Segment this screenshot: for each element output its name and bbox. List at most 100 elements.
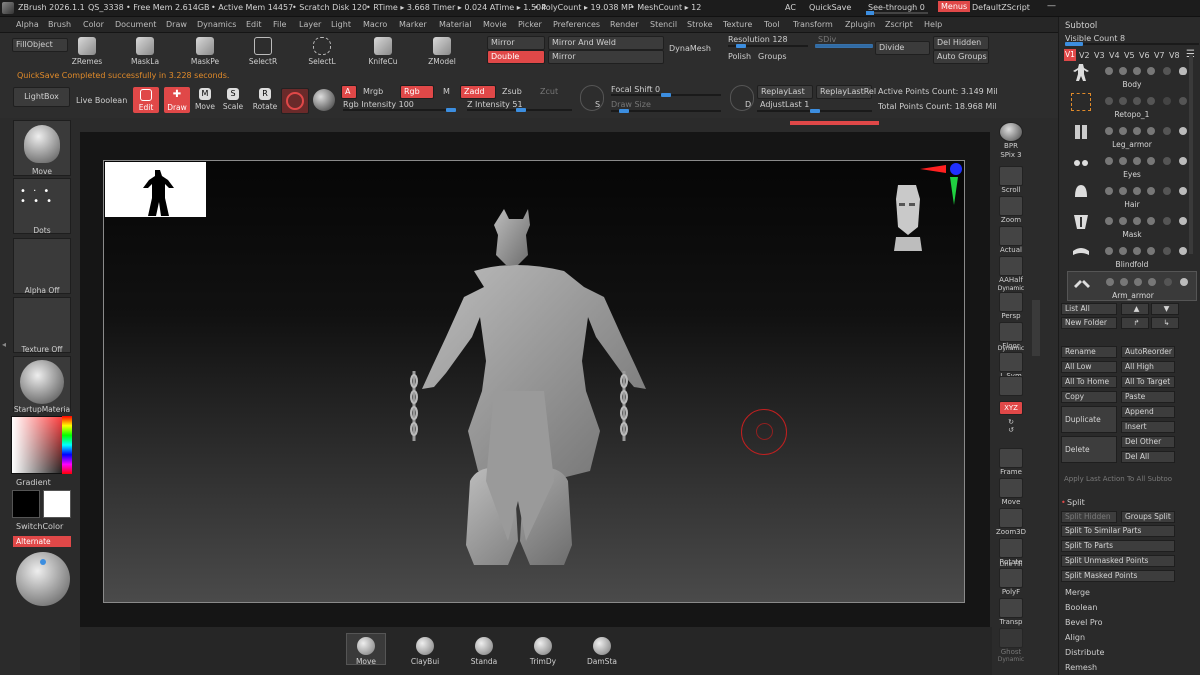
insert-button[interactable]: Insert	[1121, 421, 1175, 433]
duplicate-button[interactable]: Duplicate	[1061, 406, 1117, 433]
version-v6[interactable]: V6	[1139, 51, 1150, 60]
del-all-button[interactable]: Del All	[1121, 451, 1175, 463]
actual-button[interactable]: Actual	[996, 226, 1026, 254]
ac-button[interactable]: AC	[785, 3, 796, 12]
menu-alpha[interactable]: Alpha	[16, 20, 39, 29]
lock-toggle-icon[interactable]	[1133, 157, 1141, 165]
list-all-button[interactable]: List All	[1061, 303, 1117, 315]
menu-texture[interactable]: Texture	[723, 20, 752, 29]
version-v2[interactable]: V2	[1079, 51, 1090, 60]
version-v5[interactable]: V5	[1124, 51, 1135, 60]
dynamesh-button[interactable]: DynaMesh	[669, 44, 711, 53]
claybuildup-brush-button[interactable]: ClayBui	[405, 637, 445, 666]
move-up-arrow-icon[interactable]: ▲	[1121, 303, 1149, 315]
polyframe-toggle-icon[interactable]	[1147, 247, 1155, 255]
boolean-section[interactable]: Boolean	[1065, 603, 1097, 612]
menu-zplugin[interactable]: Zplugin	[845, 20, 875, 29]
rgb-intensity-track[interactable]	[343, 108, 456, 112]
stroke-s-icon[interactable]: S	[580, 85, 604, 111]
menu-file[interactable]: File	[273, 20, 286, 29]
visibility-eye-icon[interactable]	[1180, 278, 1188, 286]
append-button[interactable]: Append	[1121, 406, 1175, 418]
del-other-button[interactable]: Del Other	[1121, 436, 1175, 448]
subtool-scrollbar[interactable]	[1189, 54, 1193, 254]
dynamic-toggle-icon[interactable]	[1163, 157, 1171, 165]
mask-toggle-icon[interactable]	[1119, 217, 1127, 225]
draw-button[interactable]: ✚ Draw	[164, 87, 190, 113]
polyf-button[interactable]: PolyF	[996, 568, 1026, 596]
split-masked-points-button[interactable]: Split Masked Points	[1061, 570, 1175, 582]
subtool-item-body[interactable]: Body	[1067, 61, 1197, 91]
lock-toggle-icon[interactable]	[1133, 187, 1141, 195]
all-to-home-button[interactable]: All To Home	[1061, 376, 1117, 388]
mask-toggle-icon[interactable]	[1119, 157, 1127, 165]
dynamic-toggle-icon[interactable]	[1163, 247, 1171, 255]
polyframe-toggle-icon[interactable]	[1147, 187, 1155, 195]
fillobject-button[interactable]: FillObject	[12, 38, 68, 52]
persp-button[interactable]: Persp	[996, 292, 1026, 320]
adjust-last-track[interactable]	[757, 109, 872, 113]
delete-button[interactable]: Delete	[1061, 436, 1117, 463]
visibility-eye-icon[interactable]	[1179, 127, 1187, 135]
mirror-and-weld-button[interactable]: Mirror And Weld	[548, 36, 664, 50]
collapse-left-icon[interactable]: ◂	[2, 340, 9, 352]
visibility-eye-icon[interactable]	[1179, 67, 1187, 75]
mrgb-button[interactable]: Mrgb	[363, 87, 383, 96]
character-model[interactable]	[354, 201, 684, 581]
visibility-eye-icon[interactable]	[1179, 97, 1187, 105]
paste-button[interactable]: Paste	[1121, 391, 1175, 403]
zmodeler-tool[interactable]: ZModel	[425, 37, 459, 66]
right-collapse-handle[interactable]	[1032, 300, 1040, 356]
lock-button[interactable]	[996, 376, 1026, 396]
menu-render[interactable]: Render	[610, 20, 638, 29]
merge-section[interactable]: Merge	[1065, 588, 1090, 597]
brush-toggle-icon[interactable]	[1105, 67, 1113, 75]
subtool-item-retopo-1[interactable]: Retopo_1	[1067, 91, 1197, 121]
color-sphere-icon[interactable]	[313, 89, 335, 111]
z-intensity-track[interactable]	[467, 108, 572, 112]
menu-transform[interactable]: Transform	[793, 20, 833, 29]
menu-macro[interactable]: Macro	[363, 20, 387, 29]
draw-size-slider[interactable]: Draw Size	[611, 100, 651, 109]
selectlasso-tool[interactable]: SelectL	[305, 37, 339, 66]
distribute-section[interactable]: Distribute	[1065, 648, 1104, 657]
brush-toggle-icon[interactable]	[1105, 247, 1113, 255]
menu-marker[interactable]: Marker	[399, 20, 427, 29]
zadd-button[interactable]: Zadd	[460, 85, 496, 99]
menu-movie[interactable]: Movie	[483, 20, 507, 29]
menu-picker[interactable]: Picker	[518, 20, 542, 29]
visibility-eye-icon[interactable]	[1179, 157, 1187, 165]
version-v4[interactable]: V4	[1109, 51, 1120, 60]
polyframe-toggle-icon[interactable]	[1147, 157, 1155, 165]
focal-shift-track[interactable]	[611, 93, 721, 97]
rotate-axis-icon[interactable]: ↻ ↺	[996, 418, 1026, 434]
dynamic-toggle-icon[interactable]	[1163, 217, 1171, 225]
del-hidden-button[interactable]: Del Hidden	[933, 36, 989, 50]
copy-button[interactable]: Copy	[1061, 391, 1117, 403]
menu-color[interactable]: Color	[83, 20, 104, 29]
version-v8[interactable]: V8	[1169, 51, 1180, 60]
rgb-intensity-slider[interactable]: Rgb Intensity 100	[343, 100, 414, 109]
edit-button[interactable]: Edit	[133, 87, 159, 113]
subtool-item-mask[interactable]: Mask	[1067, 211, 1197, 241]
head-orientation-gizmo[interactable]	[890, 181, 924, 253]
polyframe-toggle-icon[interactable]	[1148, 278, 1156, 286]
zoom3d-button[interactable]: Zoom3D	[996, 508, 1026, 536]
lock-toggle-icon[interactable]	[1133, 247, 1141, 255]
brush-toggle-icon[interactable]	[1105, 127, 1113, 135]
subtool-item-leg-armor[interactable]: Leg_armor	[1067, 121, 1197, 151]
move-down-arrow-icon[interactable]: ▼	[1151, 303, 1179, 315]
split-hidden-button[interactable]: Split Hidden	[1061, 511, 1117, 523]
visibility-eye-icon[interactable]	[1179, 217, 1187, 225]
polyframe-toggle-icon[interactable]	[1147, 217, 1155, 225]
minimize-icon[interactable]: —	[1047, 1, 1056, 11]
folder-out-arrow-icon[interactable]: ↳	[1151, 317, 1179, 329]
replay-last-rel-button[interactable]: ReplayLastRel	[816, 85, 876, 99]
material-sphere-button[interactable]	[281, 88, 309, 114]
zcut-button[interactable]: Zcut	[540, 87, 558, 96]
polyframe-toggle-icon[interactable]	[1147, 67, 1155, 75]
visibility-eye-icon[interactable]	[1179, 247, 1187, 255]
mirror2-button[interactable]: Mirror	[548, 50, 664, 64]
menu-document[interactable]: Document	[115, 20, 156, 29]
see-through-slider[interactable]: See-through 0	[868, 3, 925, 12]
